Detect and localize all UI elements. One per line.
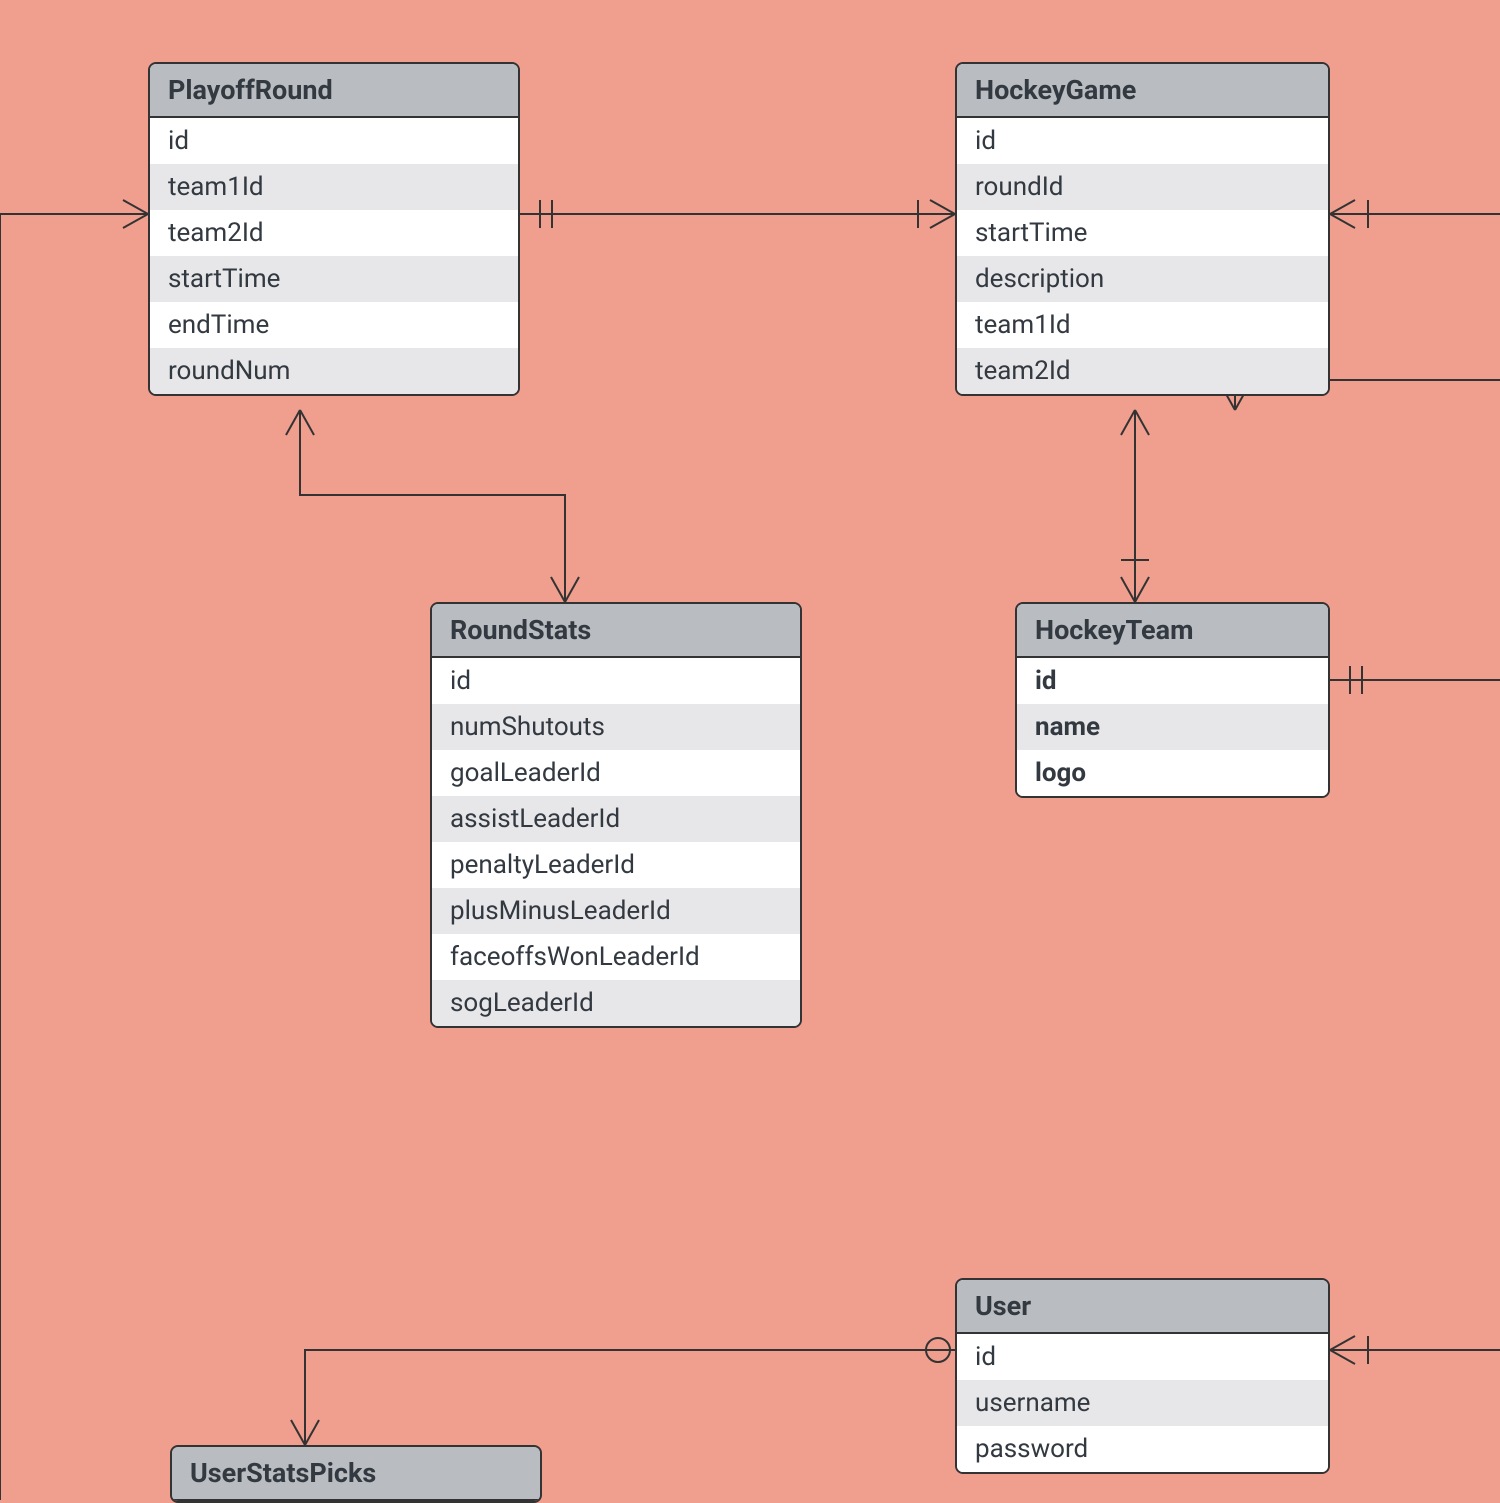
entity-field: description [957, 256, 1328, 302]
entity-field: goalLeaderId [432, 750, 800, 796]
entity-field: assistLeaderId [432, 796, 800, 842]
entity-field: team2Id [957, 348, 1328, 394]
entity-field: startTime [150, 256, 518, 302]
entity-field: id [150, 118, 518, 164]
entity-field: penaltyLeaderId [432, 842, 800, 888]
entity-field: sogLeaderId [432, 980, 800, 1026]
entity-field: logo [1017, 750, 1328, 796]
entity-title: User [957, 1280, 1328, 1334]
entity-field: password [957, 1426, 1328, 1472]
entity-field: roundNum [150, 348, 518, 394]
entity-title: HockeyTeam [1017, 604, 1328, 658]
entity-field: id [1017, 658, 1328, 704]
entity-title: HockeyGame [957, 64, 1328, 118]
entity-field: id [432, 658, 800, 704]
entity-field: id [957, 1334, 1328, 1380]
entity-field: team1Id [957, 302, 1328, 348]
entity-hockey-team: HockeyTeam id name logo [1015, 602, 1330, 798]
entity-field: id [957, 118, 1328, 164]
entity-field: roundId [957, 164, 1328, 210]
entity-title: RoundStats [432, 604, 800, 658]
entity-field: endTime [150, 302, 518, 348]
entity-field: numShutouts [432, 704, 800, 750]
entity-hockey-game: HockeyGame id roundId startTime descript… [955, 62, 1330, 396]
entity-field: team1Id [150, 164, 518, 210]
entity-field: team2Id [150, 210, 518, 256]
entity-user: User id username password [955, 1278, 1330, 1474]
entity-playoff-round: PlayoffRound id team1Id team2Id startTim… [148, 62, 520, 396]
entity-round-stats: RoundStats id numShutouts goalLeaderId a… [430, 602, 802, 1028]
entity-field: plusMinusLeaderId [432, 888, 800, 934]
entity-field: name [1017, 704, 1328, 750]
entity-user-stats-picks: UserStatsPicks [170, 1445, 542, 1503]
entity-field: faceoffsWonLeaderId [432, 934, 800, 980]
entity-field: username [957, 1380, 1328, 1426]
entity-field: startTime [957, 210, 1328, 256]
entity-title: PlayoffRound [150, 64, 518, 118]
entity-title: UserStatsPicks [172, 1447, 540, 1501]
